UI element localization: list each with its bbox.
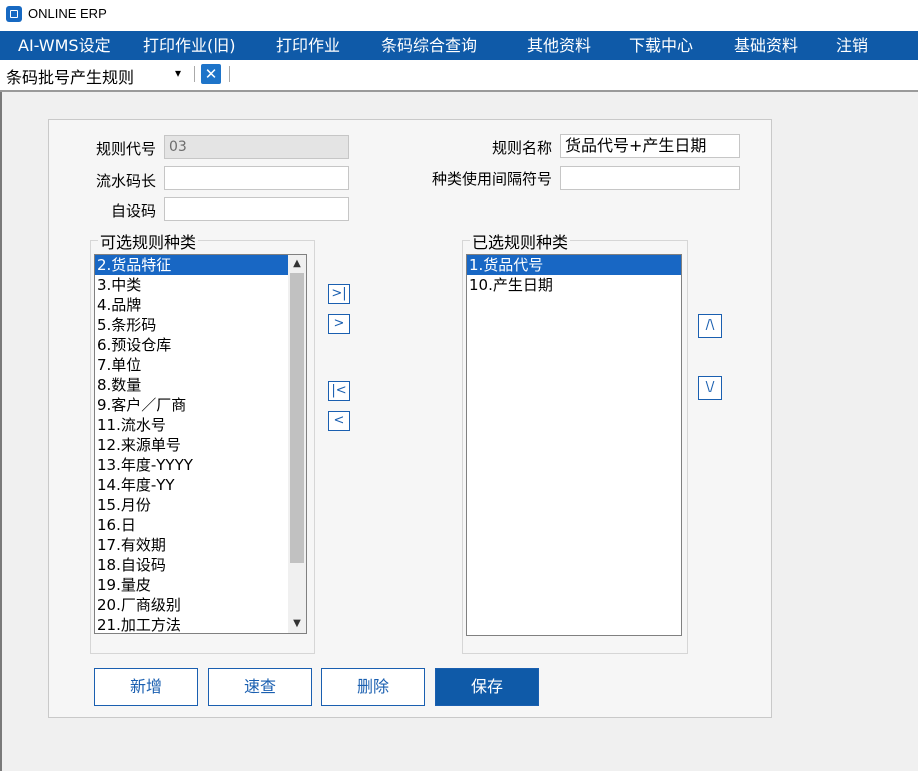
tab-bar: 条码批号产生规则 ▾ (0, 60, 918, 92)
list-item[interactable]: 13.年度-YYYY (95, 455, 306, 475)
list-item[interactable]: 19.量皮 (95, 575, 306, 595)
serial-length-input[interactable] (164, 166, 349, 190)
add-all-button[interactable]: >| (328, 284, 350, 304)
add-button[interactable]: > (328, 314, 350, 334)
menu-item-other-data[interactable]: 其他资料 (527, 31, 591, 60)
menu-item-print[interactable]: 打印作业 (276, 31, 340, 60)
app-title: ONLINE ERP (28, 6, 107, 21)
list-item[interactable]: 4.品牌 (95, 295, 306, 315)
custom-code-label: 自设码 (110, 202, 156, 220)
menu-bar: AI-WMS设定 打印作业(旧) 打印作业 条码综合查询 其他资料 下载中心 基… (0, 31, 918, 60)
tab-barcode-rule[interactable]: 条码批号产生规则 (6, 64, 134, 88)
scrollbar-thumb[interactable] (290, 273, 304, 563)
list-item[interactable]: 5.条形码 (95, 315, 306, 335)
save-button[interactable]: 保存 (435, 668, 539, 706)
app-logo-icon (6, 6, 22, 22)
list-item[interactable]: 14.年度-YY (95, 475, 306, 495)
chevron-down-icon[interactable]: ▾ (175, 66, 181, 80)
new-button[interactable]: 新增 (94, 668, 198, 706)
selected-types-list[interactable]: 1.货品代号 10.产生日期 (466, 254, 682, 636)
list-scrollbar[interactable]: ▲ ▼ (288, 255, 306, 633)
move-up-button[interactable]: /\ (698, 314, 722, 338)
rule-code-input: 03 (164, 135, 349, 159)
close-tab-button[interactable]: ✕ (201, 64, 221, 84)
menu-item-ai-wms[interactable]: AI-WMS设定 (18, 31, 111, 60)
list-item[interactable]: 12.来源单号 (95, 435, 306, 455)
tab-divider (194, 66, 195, 82)
list-item[interactable]: 17.有效期 (95, 535, 306, 555)
tab-divider (229, 66, 230, 82)
list-item[interactable]: 7.单位 (95, 355, 306, 375)
move-down-button[interactable]: \/ (698, 376, 722, 400)
selected-types-title: 已选规则种类 (470, 229, 571, 253)
chevron-down-icon[interactable]: ▼ (288, 615, 306, 633)
title-bar: ONLINE ERP (0, 0, 918, 31)
rule-name-input[interactable]: 货品代号+产生日期 (560, 134, 740, 158)
available-types-list[interactable]: 2.货品特征 3.中类 4.品牌 5.条形码 6.预设仓库 7.单位 8.数量 … (94, 254, 307, 634)
serial-length-label: 流水码长 (95, 172, 156, 190)
list-item[interactable]: 2.货品特征 (95, 255, 306, 275)
list-item[interactable]: 10.产生日期 (467, 275, 681, 295)
delete-button[interactable]: 删除 (321, 668, 425, 706)
menu-item-barcode-query[interactable]: 条码综合查询 (381, 31, 477, 60)
custom-code-input[interactable] (164, 197, 349, 221)
menu-item-basic-data[interactable]: 基础资料 (734, 31, 798, 60)
separator-input[interactable] (560, 166, 740, 190)
list-item[interactable]: 20.厂商级别 (95, 595, 306, 615)
rule-code-label: 规则代号 (95, 140, 156, 158)
menu-item-print-old[interactable]: 打印作业(旧) (143, 31, 236, 60)
list-item[interactable]: 1.货品代号 (467, 255, 681, 275)
menu-item-download[interactable]: 下载中心 (629, 31, 693, 60)
list-item[interactable]: 18.自设码 (95, 555, 306, 575)
remove-all-button[interactable]: |< (328, 381, 350, 401)
list-item[interactable]: 15.月份 (95, 495, 306, 515)
list-item[interactable]: 16.日 (95, 515, 306, 535)
separator-label: 种类使用间隔符号 (431, 170, 552, 188)
available-types-title: 可选规则种类 (98, 229, 199, 253)
list-item[interactable]: 21.加工方法 (95, 615, 306, 633)
quick-search-button[interactable]: 速查 (208, 668, 312, 706)
list-item[interactable]: 11.流水号 (95, 415, 306, 435)
chevron-up-icon[interactable]: ▲ (288, 255, 306, 273)
list-item[interactable]: 8.数量 (95, 375, 306, 395)
rule-name-label: 规则名称 (491, 139, 552, 157)
list-item[interactable]: 9.客户／厂商 (95, 395, 306, 415)
list-item[interactable]: 3.中类 (95, 275, 306, 295)
list-item[interactable]: 6.预设仓库 (95, 335, 306, 355)
remove-button[interactable]: < (328, 411, 350, 431)
menu-item-logout[interactable]: 注销 (836, 31, 868, 60)
